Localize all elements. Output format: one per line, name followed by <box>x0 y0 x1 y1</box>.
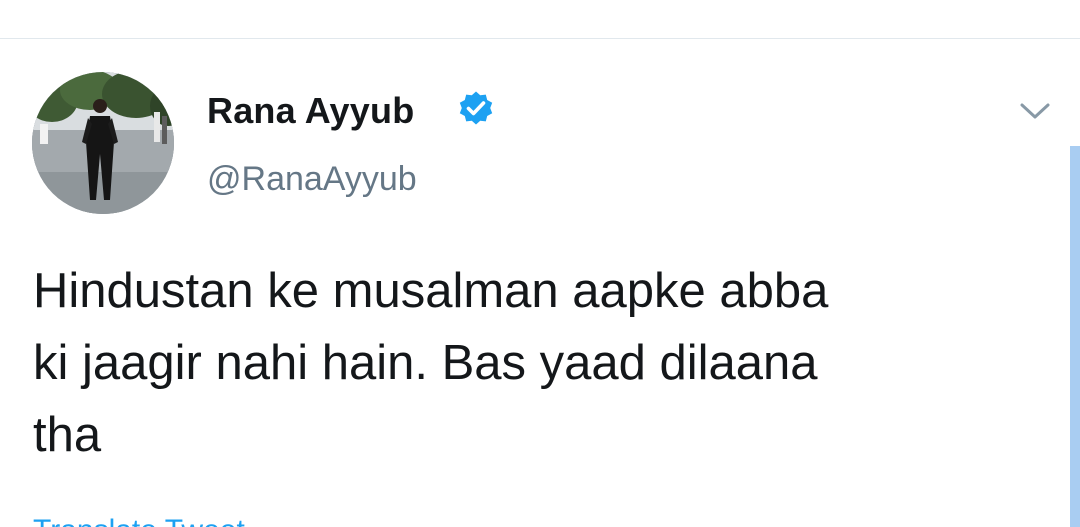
avatar[interactable] <box>32 72 174 214</box>
user-handle[interactable]: @RanaAyyub <box>207 160 417 199</box>
tweet-view: Rana Ayyub @RanaAyyub Hindustan ke musal… <box>0 0 1080 527</box>
verified-badge-icon <box>459 91 493 125</box>
display-name[interactable]: Rana Ayyub <box>207 90 414 132</box>
chevron-down-icon[interactable] <box>1018 98 1052 124</box>
top-divider <box>0 38 1080 39</box>
avatar-photo <box>32 72 174 214</box>
scrollbar[interactable] <box>1070 146 1080 527</box>
tweet-text: Hindustan ke musalman aapke abba ki jaag… <box>33 264 829 462</box>
translate-tweet-link[interactable]: Translate Tweet <box>33 514 245 527</box>
